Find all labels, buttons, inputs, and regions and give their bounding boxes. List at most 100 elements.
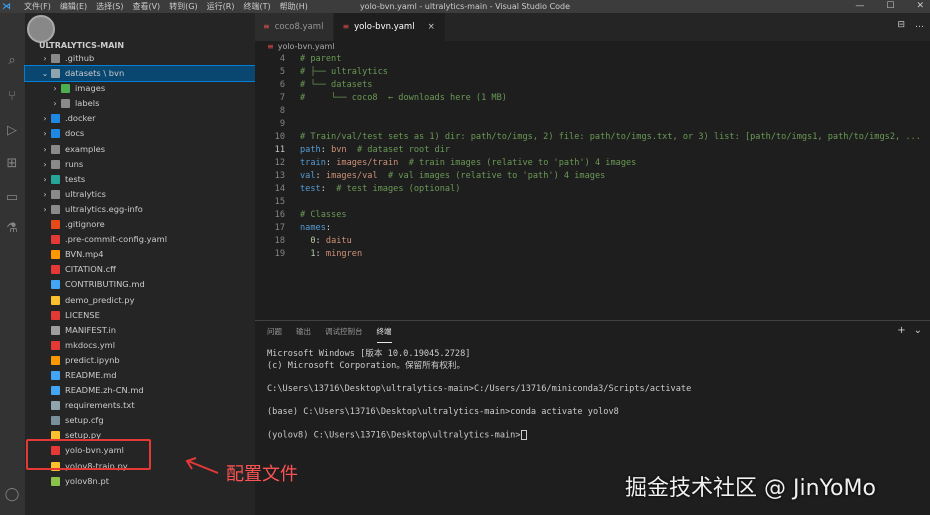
search-icon[interactable]: ⌕ bbox=[4, 53, 20, 69]
panel-tab[interactable]: 问题 bbox=[267, 321, 282, 343]
code-line: 19 1: mingren bbox=[255, 248, 930, 261]
panel-action-icon[interactable]: + bbox=[897, 325, 905, 336]
chevron-icon: › bbox=[43, 174, 47, 184]
code-line: 18 0: daitu bbox=[255, 235, 930, 248]
line-number: 6 bbox=[279, 80, 285, 90]
window-title: yolo-bvn.yaml - ultralytics-main - Visua… bbox=[359, 2, 571, 11]
chevron-icon: ⌄ bbox=[41, 69, 49, 79]
minimize-icon[interactable]: — bbox=[855, 0, 864, 13]
file-tree-item[interactable]: requirements.txt bbox=[25, 398, 255, 413]
code-token: : bbox=[315, 171, 326, 181]
file-icon bbox=[61, 84, 70, 94]
file-icon bbox=[51, 476, 60, 486]
run-debug-icon[interactable]: ▷ bbox=[4, 123, 20, 139]
file-tree-item[interactable]: README.zh-CN.md bbox=[25, 383, 255, 398]
code-token: # parent bbox=[300, 54, 342, 64]
file-tree-label: .github bbox=[65, 53, 95, 63]
file-tree-item[interactable]: CITATION.cff bbox=[25, 262, 255, 277]
file-tree-item[interactable]: setup.cfg bbox=[25, 413, 255, 428]
file-tree-item[interactable]: .pre-commit-config.yaml bbox=[25, 232, 255, 247]
source-control-icon[interactable]: ⑂ bbox=[4, 89, 20, 105]
panel-tab[interactable]: 终端 bbox=[376, 321, 392, 343]
line-number: 12 bbox=[274, 158, 285, 168]
file-tree-item[interactable]: ⌄ datasets \ bvn bbox=[24, 65, 256, 83]
file-tree-label: MANIFEST.in bbox=[65, 324, 117, 335]
file-tree-item[interactable]: › examples bbox=[25, 142, 255, 157]
line-text: # └── coco8 ← downloads here (1 MB) bbox=[300, 92, 507, 105]
file-tree-item[interactable]: README.md bbox=[25, 368, 255, 383]
account-icon[interactable]: ◯ bbox=[4, 487, 20, 503]
file-tree-item[interactable]: .gitignore bbox=[25, 217, 255, 232]
line-number: 17 bbox=[274, 223, 285, 233]
line-number: 15 bbox=[274, 197, 285, 207]
file-icon bbox=[51, 129, 60, 139]
file-tree-label: images bbox=[75, 83, 106, 94]
editor-tab[interactable]: ≡ yolo-bvn.yaml × bbox=[334, 13, 446, 41]
file-tree-item[interactable]: › labels bbox=[25, 96, 255, 111]
file-icon bbox=[51, 69, 60, 79]
editor-area: ≡ coco8.yaml ≡ yolo-bvn.yaml × ⊟ … ≡ yolo-bvn.… bbox=[255, 13, 930, 515]
extensions-icon[interactable]: ⊞ bbox=[4, 156, 20, 172]
chevron-icon: › bbox=[43, 54, 47, 63]
line-text: 0: daitu bbox=[300, 235, 352, 248]
line-number: 8 bbox=[279, 106, 285, 116]
code-editor[interactable]: 4 # parent 5 # ├── ultralytics 6 # └── datase… bbox=[255, 53, 930, 261]
editor-action-icon[interactable]: ⊟ bbox=[897, 20, 905, 30]
file-tree-item[interactable]: › ultralytics bbox=[25, 187, 255, 202]
file-icon bbox=[51, 401, 60, 411]
maximize-icon[interactable]: ☐ bbox=[886, 0, 894, 13]
file-tree-item[interactable]: › docs bbox=[25, 126, 255, 141]
file-tree-item[interactable]: › .docker bbox=[25, 111, 255, 126]
file-tree-item[interactable]: › ultralytics.egg-info bbox=[25, 202, 255, 217]
code-token: : bbox=[315, 236, 326, 246]
chevron-icon: › bbox=[43, 129, 47, 139]
file-tree-item[interactable]: › .github bbox=[25, 51, 255, 66]
terminal[interactable]: Microsoft Windows [版本 10.0.19045.2728] (c… bbox=[267, 349, 691, 441]
file-tree-item[interactable]: predict.ipynb bbox=[25, 353, 255, 368]
code-line: 7 # └── coco8 ← downloads here (1 MB) bbox=[255, 92, 930, 105]
code-token: images/val bbox=[325, 171, 378, 181]
file-tree-label: docs bbox=[65, 128, 85, 139]
file-tree-item[interactable]: LICENSE bbox=[25, 308, 255, 323]
file-tree-item[interactable]: demo_predict.py bbox=[25, 293, 255, 308]
chevron-icon: › bbox=[43, 189, 47, 199]
file-tree-item[interactable]: › images bbox=[25, 81, 255, 96]
line-text: test: # test images (optional) bbox=[300, 183, 460, 196]
code-token: # dataset root dir bbox=[356, 145, 451, 155]
code-token: daitu bbox=[325, 236, 352, 246]
file-tree-item[interactable]: › tests bbox=[25, 172, 255, 187]
file-tree-item[interactable]: BVN.mp4 bbox=[25, 247, 255, 262]
file-tree-item[interactable]: MANIFEST.in bbox=[25, 323, 255, 338]
code-line: 10 # Train/val/test sets as 1) dir: path/… bbox=[255, 131, 930, 144]
testing-icon[interactable]: ⚗ bbox=[4, 221, 20, 237]
code-token: # test images (optional) bbox=[336, 184, 461, 194]
file-tree-label: setup.cfg bbox=[65, 415, 104, 426]
panel-tabs: 问题 输出 调试控制台 终端 bbox=[255, 321, 930, 343]
file-tree-item[interactable]: CONTRIBUTING.md bbox=[25, 277, 255, 292]
editor-action-icon[interactable]: … bbox=[915, 20, 924, 30]
file-tree-label: ultralytics bbox=[65, 188, 106, 199]
editor-tab-label: coco8.yaml bbox=[274, 22, 324, 32]
chevron-icon: › bbox=[43, 114, 47, 124]
code-line: 15 bbox=[255, 196, 930, 209]
file-tree-label: LICENSE bbox=[65, 309, 100, 320]
chevron-icon: › bbox=[43, 204, 47, 214]
editor-tab[interactable]: ≡ coco8.yaml bbox=[255, 13, 335, 41]
close-window-icon[interactable]: ✕ bbox=[916, 0, 924, 13]
explorer-root-title[interactable]: ULTRALYTICS-MAIN bbox=[39, 41, 124, 50]
file-tree-item[interactable]: › runs bbox=[25, 157, 255, 172]
panel-tab[interactable]: 调试控制台 bbox=[325, 321, 363, 343]
breadcrumb[interactable]: ≡ yolo-bvn.yaml bbox=[255, 41, 930, 53]
file-tree-label: .pre-commit-config.yaml bbox=[65, 234, 167, 245]
close-icon[interactable]: × bbox=[428, 13, 435, 41]
panel-action-icon[interactable]: ⌄ bbox=[914, 325, 922, 336]
code-token: : bbox=[315, 249, 326, 259]
file-tree-item[interactable]: mkdocs.yml bbox=[25, 338, 255, 353]
terminal-line: C:\Users\13716\Desktop\ultralytics-main>… bbox=[267, 383, 692, 394]
panel-tab[interactable]: 输出 bbox=[296, 321, 311, 343]
remote-explorer-icon[interactable]: ▭ bbox=[4, 190, 20, 206]
terminal-cursor bbox=[520, 429, 527, 440]
